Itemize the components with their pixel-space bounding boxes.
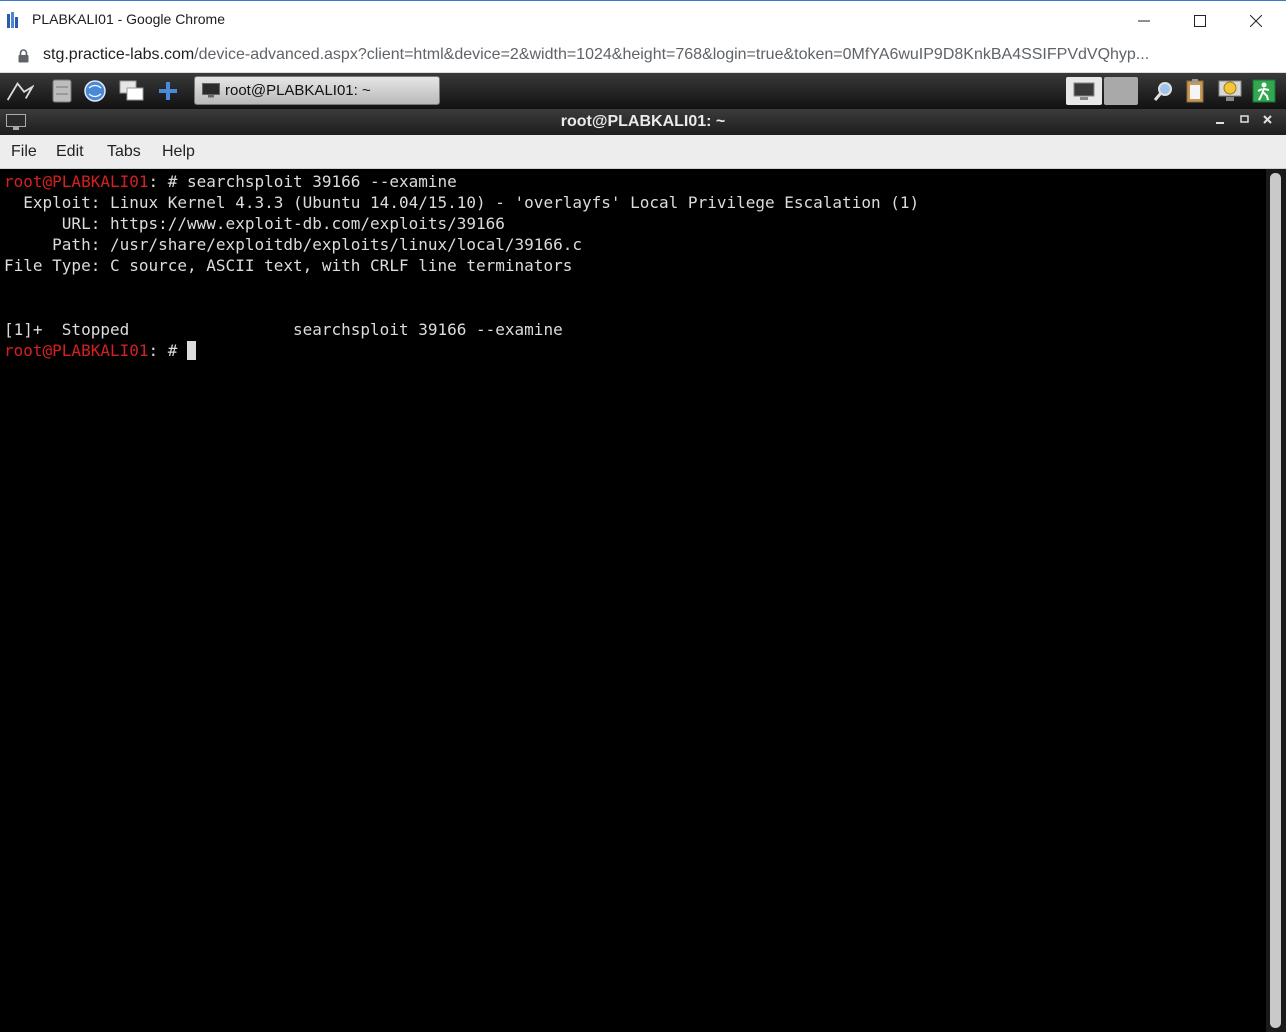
- lock-icon: [18, 49, 29, 63]
- file-cabinet-icon: [52, 79, 72, 103]
- windows-icon: [119, 80, 144, 101]
- address-bar[interactable]: stg.practice-labs.com/device-advanced.as…: [0, 39, 1286, 73]
- globe-icon: [84, 80, 106, 102]
- scrollbar-thumb[interactable]: [1270, 173, 1281, 1028]
- terminal-output[interactable]: root@PLABKALI01: # searchsploit 39166 --…: [0, 169, 1266, 1032]
- output-exploit: Exploit: Linux Kernel 4.3.3 (Ubuntu 14.0…: [4, 193, 920, 212]
- kali-dragon-icon: [6, 82, 34, 101]
- update-monitor-icon: [1218, 80, 1242, 101]
- url-host: stg.practice-labs.com: [43, 46, 195, 63]
- window-title: PLABKALI01 - Google Chrome: [32, 11, 225, 27]
- monitor-icon: [1073, 82, 1095, 100]
- output-filetype: File Type: C source, ASCII text, with CR…: [4, 256, 573, 275]
- taskbar-task-label: root@PLABKALI01: ~: [225, 82, 371, 99]
- workspace-1-button[interactable]: [1066, 77, 1102, 105]
- output-job-stopped: [1]+ Stopped searchsploit 39166 --examin…: [4, 320, 563, 339]
- kali-taskbar: root@PLABKALI01: ~: [0, 73, 1286, 110]
- menu-help[interactable]: Help: [162, 143, 195, 161]
- taskbar-terminal-task[interactable]: root@PLABKALI01: ~: [194, 76, 440, 105]
- text-cursor: [187, 341, 197, 360]
- show-desktop-button[interactable]: [118, 77, 146, 105]
- menu-file[interactable]: File: [11, 143, 37, 161]
- output-path: Path: /usr/share/exploitdb/exploits/linu…: [4, 235, 582, 254]
- prompt-suffix: : #: [148, 172, 188, 191]
- add-launcher-button[interactable]: [154, 77, 182, 105]
- minimize-icon: [1138, 20, 1150, 21]
- exit-door-icon: [1252, 79, 1276, 103]
- logout-button[interactable]: [1250, 77, 1278, 105]
- terminal-scrollbar[interactable]: [1266, 169, 1286, 1032]
- close-button[interactable]: [1228, 1, 1284, 40]
- maximize-icon: [1240, 115, 1249, 123]
- maximize-icon: [1194, 14, 1206, 27]
- maximize-button[interactable]: [1172, 1, 1228, 40]
- prompt-user: root@PLABKALI01: [4, 172, 149, 191]
- plus-icon: [159, 82, 177, 100]
- clipboard-button[interactable]: [1182, 77, 1210, 105]
- minimize-button[interactable]: [1116, 1, 1172, 40]
- prompt-user: root@PLABKALI01: [4, 341, 149, 360]
- url-path: /device-advanced.aspx?client=html&device…: [194, 46, 1150, 63]
- url-text[interactable]: stg.practice-labs.com/device-advanced.as…: [43, 46, 1149, 64]
- browser-titlebar: PLABKALI01 - Google Chrome: [0, 0, 1286, 39]
- remote-desktop[interactable]: root@PLABKALI01: ~ root@PLABKALI01: ~ Fi…: [0, 73, 1286, 1032]
- updates-button[interactable]: [1216, 77, 1244, 105]
- workspace-2-button[interactable]: [1104, 77, 1138, 105]
- terminal-menubar: File Edit Tabs Help: [0, 135, 1286, 169]
- search-button[interactable]: [1150, 77, 1178, 105]
- search-icon: [1153, 82, 1172, 101]
- minimize-icon: [1216, 122, 1224, 124]
- terminal-minimize-button[interactable]: [1216, 113, 1224, 128]
- file-manager-button[interactable]: [48, 77, 76, 105]
- terminal-maximize-button[interactable]: [1240, 113, 1249, 128]
- terminal-icon: [202, 83, 220, 98]
- prompt-suffix: : #: [148, 341, 188, 360]
- kali-menu-button[interactable]: [6, 77, 34, 105]
- menu-tabs[interactable]: Tabs: [107, 143, 141, 161]
- clipboard-icon: [1186, 79, 1204, 103]
- terminal-close-button[interactable]: [1263, 113, 1272, 128]
- web-browser-button[interactable]: [81, 77, 109, 105]
- command-line: root@PLABKALI01: # searchsploit 39166 --…: [4, 171, 457, 192]
- command-text: searchsploit 39166 --examine: [187, 172, 457, 191]
- terminal-window-title: root@PLABKALI01: ~: [560, 113, 726, 130]
- practice-labs-logo-icon: [7, 12, 18, 28]
- current-prompt-line[interactable]: root@PLABKALI01: #: [4, 340, 197, 361]
- close-icon: [1263, 115, 1272, 124]
- output-url: URL: https://www.exploit-db.com/exploits…: [4, 214, 505, 233]
- menu-edit[interactable]: Edit: [56, 143, 84, 161]
- close-icon: [1250, 14, 1262, 27]
- terminal-window-titlebar[interactable]: root@PLABKALI01: ~: [0, 109, 1286, 135]
